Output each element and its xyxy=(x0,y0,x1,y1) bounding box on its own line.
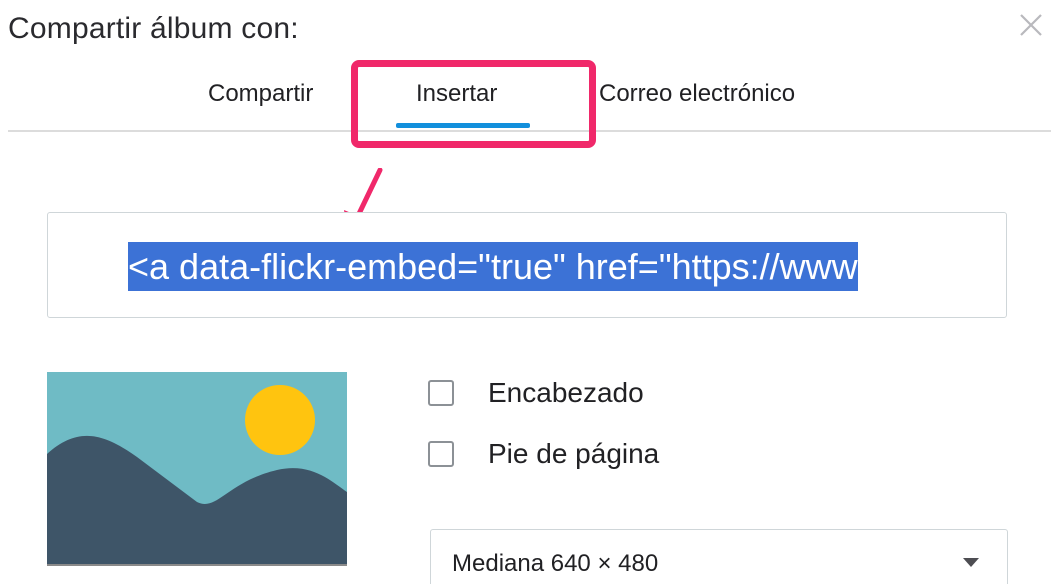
size-select-value: Mediana 640 × 480 xyxy=(452,550,659,577)
landscape-placeholder-icon xyxy=(47,372,347,566)
close-icon[interactable] xyxy=(1016,10,1046,40)
tab-email[interactable]: Correo electrónico xyxy=(599,80,795,108)
header-checkbox[interactable] xyxy=(428,380,454,406)
embed-code-text[interactable]: <a data-flickr-embed="true" href="https:… xyxy=(128,242,858,291)
dialog-title: Compartir álbum con: xyxy=(8,12,299,45)
footer-checkbox[interactable] xyxy=(428,441,454,467)
embed-code-field[interactable]: <a data-flickr-embed="true" href="https:… xyxy=(47,212,1007,318)
chevron-down-icon xyxy=(963,558,979,567)
footer-label: Pie de página xyxy=(488,438,660,469)
size-select[interactable]: Mediana 640 × 480 xyxy=(430,529,1008,584)
header-label: Encabezado xyxy=(488,377,644,408)
share-album-dialog: Compartir álbum con: Compartir Insertar … xyxy=(0,0,1051,584)
annotation-highlight-box xyxy=(351,60,596,148)
tab-share[interactable]: Compartir xyxy=(208,80,313,108)
